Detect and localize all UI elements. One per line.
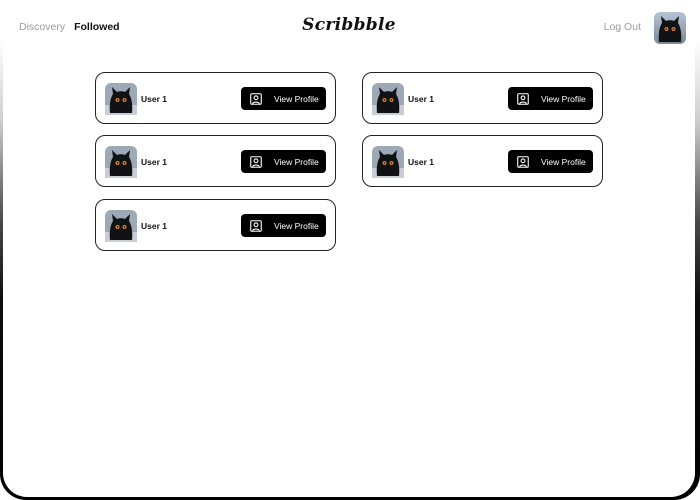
user-card: User 1 View Profile <box>95 72 336 124</box>
view-profile-button[interactable]: View Profile <box>241 150 326 173</box>
profile-icon <box>250 155 262 168</box>
view-profile-button[interactable]: View Profile <box>241 214 326 237</box>
black-cat-avatar-icon <box>654 12 686 44</box>
user-name: User 1 <box>141 157 167 167</box>
black-cat-avatar-icon <box>105 83 137 115</box>
view-profile-label: View Profile <box>274 220 319 231</box>
user-card: User 1 View Profile <box>95 199 336 251</box>
user-avatar[interactable] <box>105 210 137 242</box>
black-cat-avatar-icon <box>105 210 137 242</box>
logout-link[interactable]: Log Out <box>604 21 641 33</box>
app-window: Discovery Followed Scribbble Log Out Use… <box>3 3 695 497</box>
profile-icon <box>517 155 529 168</box>
view-profile-button[interactable]: View Profile <box>241 87 326 110</box>
view-profile-button[interactable]: View Profile <box>508 150 593 173</box>
user-avatar[interactable] <box>372 146 404 178</box>
view-profile-label: View Profile <box>274 156 319 167</box>
user-name: User 1 <box>408 94 434 104</box>
black-cat-avatar-icon <box>105 146 137 178</box>
user-avatar[interactable] <box>372 83 404 115</box>
device-frame: Discovery Followed Scribbble Log Out Use… <box>0 0 700 500</box>
profile-icon <box>517 92 529 105</box>
user-avatar-button[interactable] <box>654 12 686 44</box>
view-profile-label: View Profile <box>541 93 586 104</box>
view-profile-label: View Profile <box>274 93 319 104</box>
view-profile-button[interactable]: View Profile <box>508 87 593 110</box>
user-avatar[interactable] <box>105 83 137 115</box>
black-cat-avatar-icon <box>372 146 404 178</box>
brand-logo: Scribbble <box>302 15 396 35</box>
user-name: User 1 <box>408 157 434 167</box>
profile-icon <box>250 219 262 232</box>
user-name: User 1 <box>141 94 167 104</box>
view-profile-label: View Profile <box>541 156 586 167</box>
user-card: User 1 View Profile <box>362 135 603 187</box>
user-card: User 1 View Profile <box>362 72 603 124</box>
user-avatar[interactable] <box>105 146 137 178</box>
user-name: User 1 <box>141 221 167 231</box>
black-cat-avatar-icon <box>372 83 404 115</box>
profile-icon <box>250 92 262 105</box>
user-card: User 1 View Profile <box>95 135 336 187</box>
